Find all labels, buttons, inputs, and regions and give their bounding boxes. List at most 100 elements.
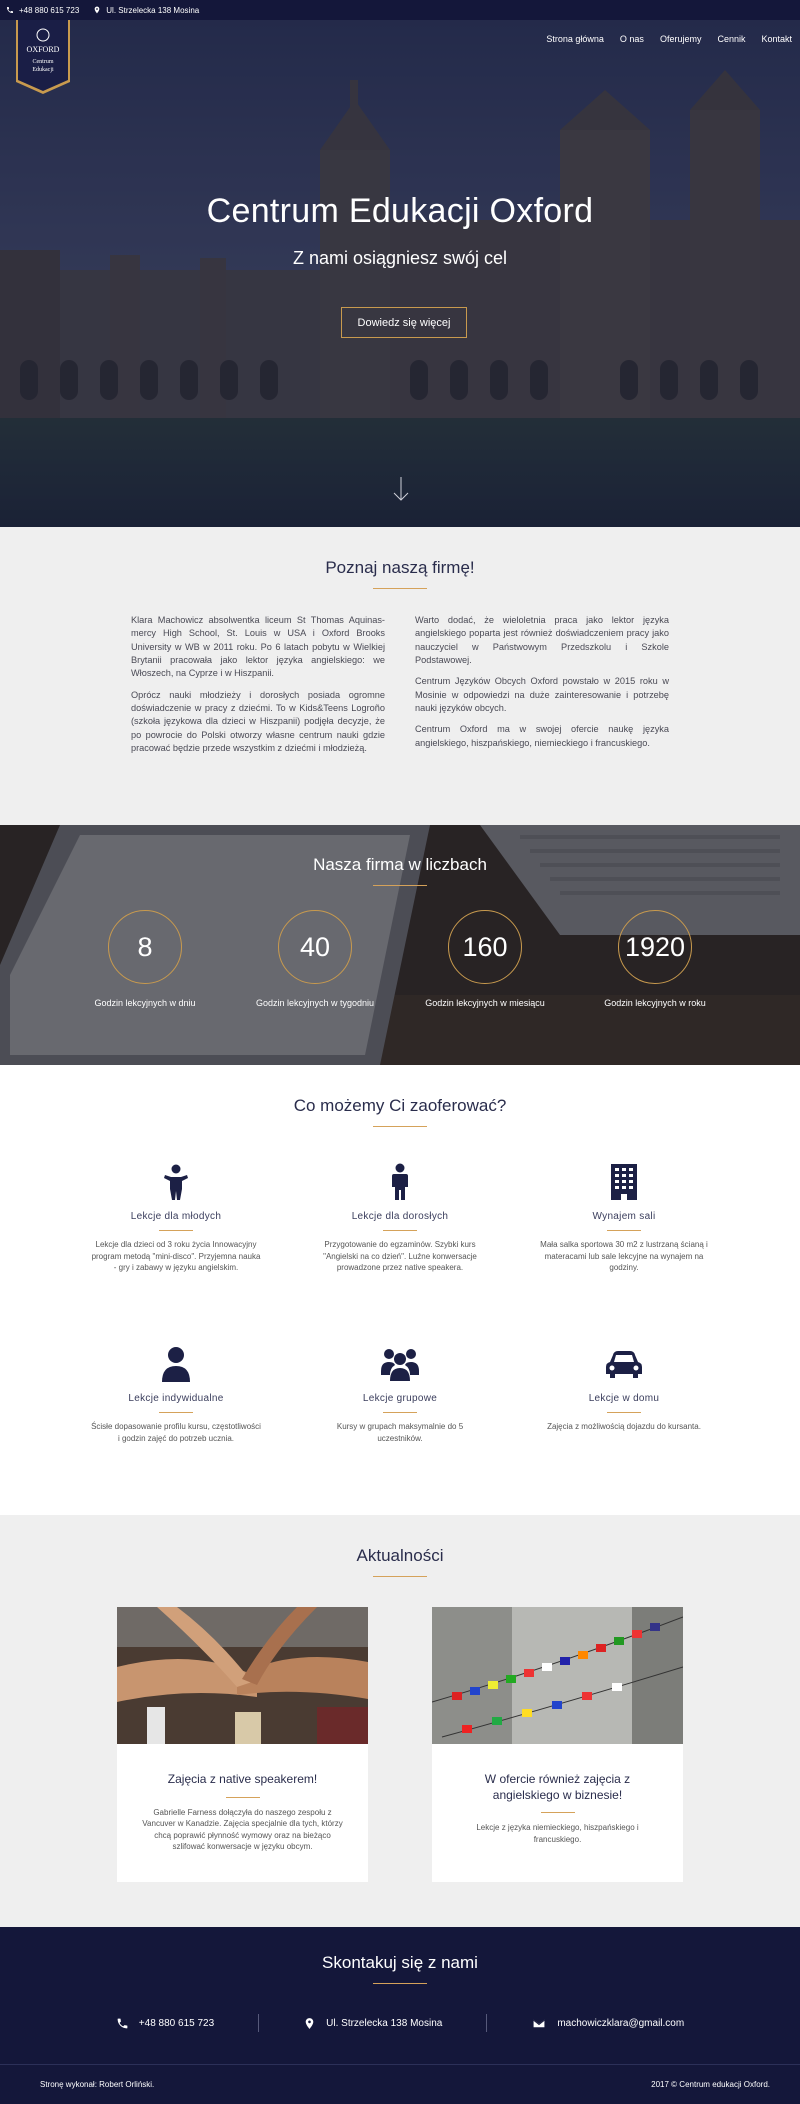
car-icon <box>606 1351 642 1378</box>
envelope-icon <box>533 2019 546 2027</box>
offer-item-title: Lekcje grupowe <box>362 1393 438 1404</box>
nav-offer[interactable]: Oferujemy <box>660 34 702 44</box>
offer-item-title: Lekcje dla dorosłych <box>351 1211 449 1222</box>
offer-divider <box>373 1126 427 1127</box>
stat-month: 160 Godzin lekcyjnych w miesiącu <box>410 910 560 1008</box>
stat-day: 8 Godzin lekcyjnych w dniu <box>70 910 220 1008</box>
nav-about[interactable]: O nas <box>620 34 644 44</box>
footer-credit: Stronę wykonał: Robert Orliński. <box>40 2080 155 2089</box>
hero-section: OXFORD Centrum Edukacji Strona główna O … <box>0 20 800 527</box>
offer-item-home: Lekcje w domu Zajęcia z możliwością doja… <box>524 1345 724 1527</box>
logo-oxford-text: OXFORD <box>27 45 60 54</box>
stat-year: 1920 Godzin lekcyjnych w roku <box>580 910 730 1008</box>
offer-item-divider <box>383 1230 417 1231</box>
stat-label: Godzin lekcyjnych w roku <box>604 998 706 1008</box>
oxford-logo[interactable]: OXFORD Centrum Edukacji <box>16 20 70 94</box>
offer-item-divider <box>607 1230 641 1231</box>
about-right-column: Warto dodać, że wieloletnia praca jako l… <box>415 614 669 763</box>
offer-item-text: Zajęcia z możliwością dojazdu do kursant… <box>547 1422 701 1431</box>
contact-address-text: Ul. Strzelecka 138 Mosina <box>326 2017 443 2029</box>
about-section: Poznaj naszą firmę! Klara Machowicz abso… <box>0 527 800 825</box>
offer-item-title: Wynajem sali <box>592 1211 656 1222</box>
offer-item-text: Lekcje dla dzieci od 3 roku życia Innowa… <box>91 1240 261 1273</box>
stat-label: Godzin lekcyjnych w dniu <box>94 998 196 1008</box>
group-icon <box>381 1349 419 1381</box>
stat-label: Godzin lekcyjnych w miesiącu <box>425 998 545 1008</box>
offer-item-text: Mała salka sportowa 30 m2 z lustrzaną śc… <box>540 1240 708 1273</box>
offer-item-group: Lekcje grupowe Kursy w grupach maksymaln… <box>300 1345 500 1527</box>
user-icon <box>162 1347 190 1382</box>
stat-value: 8 <box>108 910 182 984</box>
map-pin-icon <box>305 2017 314 2029</box>
offer-item-divider <box>383 1412 417 1413</box>
contact-email[interactable]: machowiczklara@gmail.com <box>487 2014 728 2032</box>
footer-copyright: 2017 © Centrum edukacji Oxford. <box>651 2080 770 2089</box>
offer-item-text: Kursy w grupach maksymalnie do 5 uczestn… <box>336 1422 464 1443</box>
stat-label: Godzin lekcyjnych w tygodniu <box>255 998 375 1008</box>
stat-value: 1920 <box>618 910 692 984</box>
phone-icon <box>117 2018 128 2028</box>
learn-more-button[interactable]: Dowiedz się więcej <box>341 307 467 338</box>
building-icon <box>611 1164 637 1200</box>
news-card-text: Gabrielle Farness dołączyła do naszego z… <box>142 1807 343 1852</box>
contact-section: Skontakuj się z nami +48 880 615 723 Ul.… <box>0 1927 800 2064</box>
contact-divider <box>373 1983 427 1984</box>
about-paragraph: Oprócz nauki młodzieży i dorosłych posia… <box>131 689 385 754</box>
about-paragraph: Klara Machowicz absolwentka liceum St Th… <box>131 615 385 679</box>
logo-edukacji-text: Edukacji <box>32 67 54 73</box>
about-paragraph: Centrum Oxford ma w swojej ofercie naukę… <box>415 724 669 748</box>
stat-value: 160 <box>448 910 522 984</box>
phone-icon <box>7 7 13 13</box>
hero-title: Centrum Edukacji Oxford <box>206 192 594 230</box>
offer-item-divider <box>607 1412 641 1413</box>
contact-title: Skontakuj się z nami <box>322 1953 478 1972</box>
nav-pricing[interactable]: Cennik <box>717 34 745 44</box>
offer-item-text: Ścisłe dopasowanie profilu kursu, często… <box>91 1422 261 1443</box>
topbar-phone[interactable]: +48 880 615 723 <box>6 6 79 15</box>
about-left-column: Klara Machowicz absolwentka liceum St Th… <box>131 614 385 763</box>
offer-item-divider <box>159 1230 193 1231</box>
news-section: Aktualności Zajęcia z native speakerem! <box>0 1515 800 1927</box>
nav-contact[interactable]: Kontakt <box>761 34 792 44</box>
hero-background-image <box>0 20 800 527</box>
news-card-divider <box>225 1796 260 1798</box>
about-paragraph: Warto dodać, że wieloletnia praca jako l… <box>415 615 669 666</box>
topbar-phone-text: +48 880 615 723 <box>19 5 80 15</box>
news-card[interactable]: W ofercie również zajęcia z angielskiego… <box>432 1607 683 1882</box>
news-card[interactable]: Zajęcia z native speakerem! Gabrielle Fa… <box>117 1607 368 1882</box>
main-nav: Strona główna O nas Oferujemy Cennik Kon… <box>546 34 792 44</box>
stat-week: 40 Godzin lekcyjnych w tygodniu <box>240 910 390 1008</box>
child-icon <box>164 1164 188 1200</box>
contact-phone[interactable]: +48 880 615 723 <box>72 2014 260 2032</box>
offer-section: Co możemy Ci zaoferować? Lekcje dla młod… <box>0 1065 800 1515</box>
news-divider <box>373 1576 427 1577</box>
about-paragraph: Centrum Języków Obcych Oxford powstało w… <box>415 676 669 714</box>
offer-item-text: Przygotowanie do egzaminów. Szybki kurs … <box>323 1240 477 1273</box>
offer-item-individual: Lekcje indywidualne Ścisłe dopasowanie p… <box>76 1345 276 1527</box>
offer-item-title: Lekcje indywidualne <box>128 1393 224 1404</box>
about-divider <box>373 588 427 589</box>
contact-email-text: machowiczklara@gmail.com <box>557 2017 685 2029</box>
offer-item-adults: Lekcje dla dorosłych Przygotowanie do eg… <box>300 1163 500 1345</box>
offer-item-divider <box>159 1412 193 1413</box>
offer-item-kids: Lekcje dla młodych Lekcje dla dzieci od … <box>76 1163 276 1345</box>
hero-subtitle: Z nami osiągniesz swój cel <box>292 248 508 268</box>
news-card-text: Lekcje z języka niemieckiego, hiszpański… <box>476 1823 639 1844</box>
news-card-image-hands <box>117 1607 368 1744</box>
offer-item-room: Wynajem sali Mała salka sportowa 30 m2 z… <box>524 1163 724 1345</box>
numbers-title: Nasza firma w liczbach <box>313 855 487 874</box>
about-title: Poznaj naszą firmę! <box>325 558 475 577</box>
offer-item-title: Lekcje w domu <box>588 1393 660 1404</box>
news-card-title: W ofercie również zajęcia z angielskiego… <box>484 1772 631 1802</box>
numbers-section: Nasza firma w liczbach 8 Godzin lekcyjny… <box>0 825 800 1065</box>
offer-title: Co możemy Ci zaoferować? <box>293 1096 507 1115</box>
topbar-address-text: Ul. Strzelecka 138 Mosina <box>106 5 200 15</box>
news-card-title: Zajęcia z native speakerem! <box>167 1772 318 1786</box>
news-card-image-flags <box>432 1607 683 1744</box>
arrow-down-icon[interactable] <box>393 476 409 502</box>
nav-home[interactable]: Strona główna <box>546 34 604 44</box>
stat-value: 40 <box>278 910 352 984</box>
contact-address: Ul. Strzelecka 138 Mosina <box>259 2014 488 2032</box>
numbers-divider <box>373 885 427 886</box>
top-bar: +48 880 615 723 Ul. Strzelecka 138 Mosin… <box>0 0 800 20</box>
